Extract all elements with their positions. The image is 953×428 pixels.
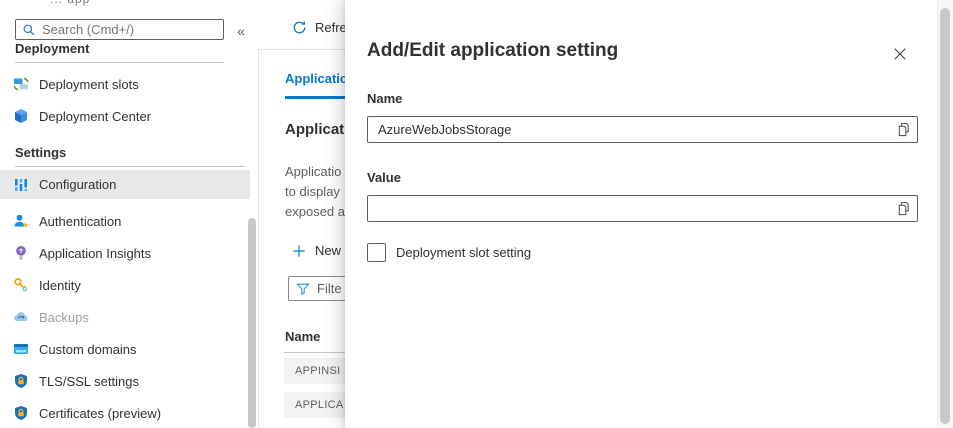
section-description: Applicatio to display exposed a bbox=[285, 162, 345, 222]
close-button[interactable] bbox=[886, 40, 914, 68]
application-insights-icon bbox=[13, 245, 29, 261]
filter-placeholder: Filte bbox=[317, 281, 342, 296]
panel-title: Add/Edit application setting bbox=[367, 40, 618, 62]
configuration-icon bbox=[13, 177, 29, 193]
name-input[interactable] bbox=[367, 116, 918, 143]
close-icon bbox=[893, 47, 907, 61]
sidebar-collapse-chevron[interactable]: « bbox=[231, 21, 251, 41]
sidebar-item-certificates[interactable]: Certificates (preview) bbox=[0, 401, 250, 425]
divider bbox=[15, 166, 245, 167]
sidebar-item-application-insights[interactable]: Application Insights bbox=[0, 241, 250, 265]
section-header-deployment: Deployment bbox=[15, 44, 175, 57]
custom-domains-icon: www bbox=[13, 341, 29, 357]
table-header-name: Name bbox=[285, 329, 320, 344]
identity-icon bbox=[13, 277, 29, 293]
section-header-settings: Settings bbox=[15, 145, 66, 160]
new-button-label: New bbox=[315, 243, 341, 258]
sidebar-item-label: Authentication bbox=[39, 214, 121, 229]
sidebar-item-label: TLS/SSL settings bbox=[39, 374, 139, 389]
sidebar-item-label: Backups bbox=[39, 310, 89, 325]
sidebar-item-deployment-center[interactable]: Deployment Center bbox=[0, 104, 250, 128]
sidebar-item-authentication[interactable]: Authentication bbox=[0, 209, 250, 233]
divider bbox=[258, 48, 259, 428]
new-application-setting-button[interactable]: New bbox=[292, 243, 341, 258]
sidebar-item-label: Certificates (preview) bbox=[39, 406, 161, 421]
section-heading: Applicat bbox=[285, 121, 344, 138]
sidebar-item-custom-domains[interactable]: www Custom domains bbox=[0, 337, 250, 361]
backups-icon bbox=[13, 309, 29, 325]
value-input[interactable] bbox=[367, 195, 918, 222]
add-edit-setting-panel: Add/Edit application setting Name Value bbox=[345, 0, 953, 428]
sidebar-item-configuration[interactable]: Configuration bbox=[0, 170, 250, 199]
copy-icon bbox=[896, 122, 911, 137]
certificates-icon bbox=[13, 405, 29, 421]
sidebar-item-tls-ssl-settings[interactable]: TLS/SSL settings bbox=[0, 369, 250, 393]
sidebar-item-deployment-slots[interactable]: Deployment slots bbox=[0, 72, 250, 96]
deployment-slot-setting-row: Deployment slot setting bbox=[367, 243, 531, 262]
refresh-icon bbox=[292, 20, 307, 35]
deployment-slot-setting-checkbox[interactable] bbox=[367, 243, 386, 262]
value-field-wrap bbox=[367, 195, 918, 222]
value-field-label: Value bbox=[367, 170, 401, 185]
search-icon bbox=[22, 23, 36, 37]
sidebar-item-label: Custom domains bbox=[39, 342, 137, 357]
svg-text:www: www bbox=[15, 348, 27, 353]
clipped-top-text: ... app bbox=[50, 0, 160, 7]
authentication-icon bbox=[13, 213, 29, 229]
copy-icon bbox=[896, 201, 911, 216]
deployment-slots-icon bbox=[13, 76, 29, 92]
sidebar-item-identity[interactable]: Identity bbox=[0, 273, 250, 297]
sidebar-scrollbar-thumb[interactable] bbox=[248, 218, 256, 428]
sidebar-item-backups[interactable]: Backups bbox=[0, 305, 250, 329]
search-input[interactable] bbox=[42, 22, 217, 37]
filter-icon bbox=[296, 282, 310, 296]
sidebar-item-label: Deployment Center bbox=[39, 109, 151, 124]
refresh-button[interactable]: Refre bbox=[292, 20, 347, 35]
deployment-center-icon bbox=[13, 108, 29, 124]
copy-name-button[interactable] bbox=[893, 120, 913, 139]
sidebar-search[interactable] bbox=[15, 19, 224, 40]
sidebar: ... app « Deployment Deployment slots De… bbox=[0, 0, 258, 428]
sidebar-item-label: Application Insights bbox=[39, 246, 151, 261]
deployment-slot-setting-label: Deployment slot setting bbox=[396, 245, 531, 260]
tab-application-settings[interactable]: Applicatio bbox=[285, 71, 348, 86]
plus-icon bbox=[292, 244, 306, 258]
copy-value-button[interactable] bbox=[893, 199, 913, 218]
panel-scrollbar-thumb[interactable] bbox=[940, 8, 950, 424]
sidebar-item-label: Deployment slots bbox=[39, 77, 139, 92]
name-field-wrap bbox=[367, 116, 918, 143]
sidebar-item-label: Identity bbox=[39, 278, 81, 293]
sidebar-item-label: Configuration bbox=[39, 177, 116, 192]
tls-ssl-icon bbox=[13, 373, 29, 389]
divider bbox=[15, 62, 224, 63]
azure-portal-window: ... app « Deployment Deployment slots De… bbox=[0, 0, 953, 428]
refresh-label: Refre bbox=[315, 20, 347, 35]
name-field-label: Name bbox=[367, 91, 402, 106]
